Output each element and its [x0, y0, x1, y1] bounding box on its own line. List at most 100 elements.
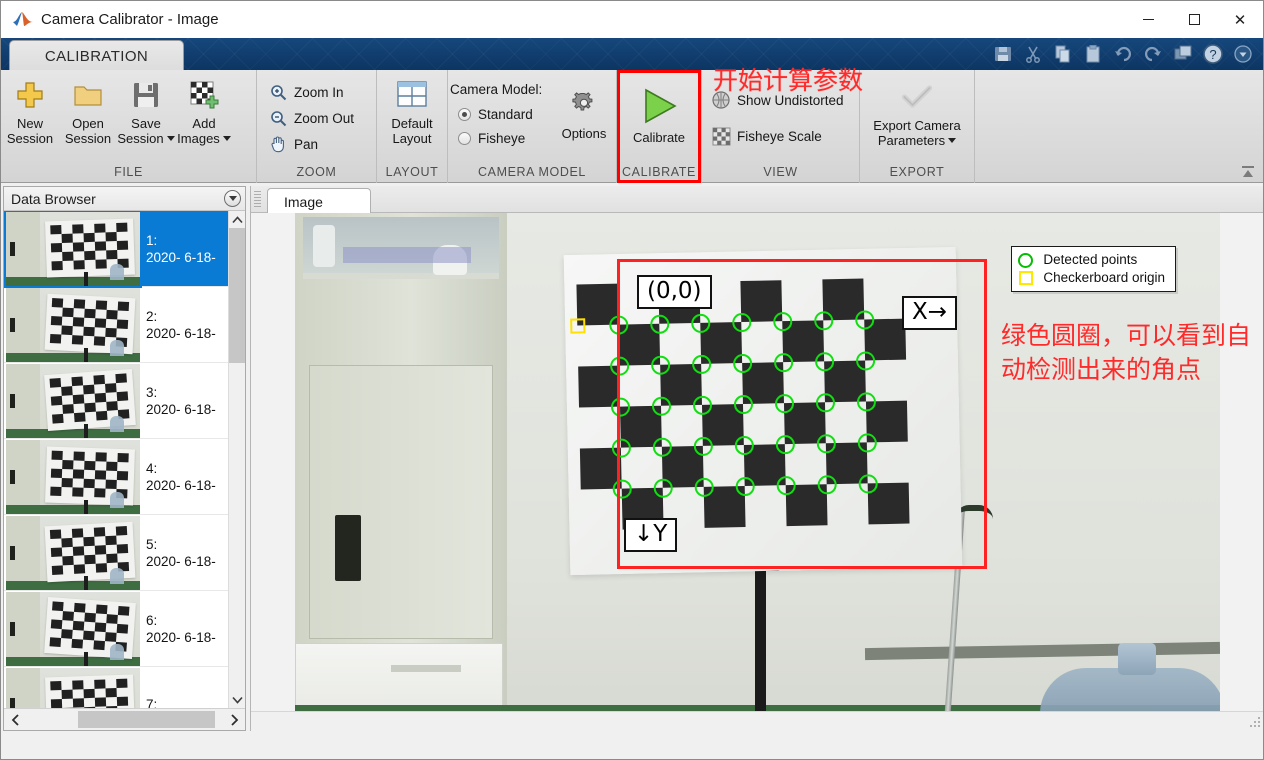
maximize-button[interactable] — [1171, 1, 1217, 38]
list-item-thumbnail — [6, 667, 140, 708]
add-images-line2: Images — [177, 131, 220, 146]
scene-box-label — [391, 665, 461, 672]
list-item-date: 2020- 6-18- — [146, 553, 216, 569]
list-item-label: 3: 2020- 6-18- — [142, 384, 216, 418]
scroll-left-button[interactable] — [4, 709, 26, 731]
collapse-ribbon-icon[interactable] — [1239, 164, 1257, 180]
legend-box: Detected points Checkerboard origin — [1011, 246, 1176, 292]
list-item-index: 5: — [146, 536, 158, 552]
list-item-label: 2: 2020- 6-18- — [142, 308, 216, 342]
image-canvas[interactable]: (0,0) X→ ↓Y Detected points Checkerboard… — [251, 213, 1263, 711]
detected-points-marker-icon — [1018, 253, 1034, 268]
camera-model-standard-radio[interactable]: Standard — [448, 102, 553, 126]
list-item-index: 1: — [146, 232, 158, 248]
image-list[interactable]: 1: 2020- 6-18- 2: 2020- 6-18- 3: 2020- 6-18… — [4, 211, 228, 708]
document-tab-bar: Image — [251, 186, 1263, 214]
list-item[interactable]: 5: 2020- 6-18- — [4, 515, 228, 591]
list-item-thumbnail — [6, 287, 140, 362]
list-item-thumbnail — [6, 591, 140, 666]
scroll-right-button[interactable] — [223, 709, 245, 731]
pan-button[interactable]: Pan — [263, 131, 376, 157]
legend-labels: Detected points Checkerboard origin — [1043, 251, 1165, 287]
scene-cabinet-door — [309, 365, 493, 639]
options-button[interactable]: Options — [553, 72, 615, 164]
list-item[interactable]: 7: — [4, 667, 228, 708]
minimize-icon — [1142, 19, 1154, 20]
add-images-button[interactable]: Add Images — [175, 72, 233, 164]
layout-icon[interactable] — [1171, 42, 1195, 66]
tab-image[interactable]: Image — [267, 188, 371, 214]
ribbon-filler — [975, 70, 1263, 183]
add-images-icon — [187, 78, 221, 112]
document-area: Image (0,0) X→ ↓Y Detected points Checke… — [250, 186, 1263, 731]
save-session-line1: Save — [131, 116, 161, 131]
list-item-thumbnail — [4, 211, 142, 288]
ribbon-group-calibrate-label: CALIBRATE — [622, 165, 696, 179]
undo-icon[interactable] — [1111, 42, 1135, 66]
scene-blue-tray — [343, 247, 471, 263]
y-axis-label: ↓Y — [624, 518, 678, 552]
list-item-date: 2020- 6-18- — [146, 401, 216, 417]
image-list-scrollbar[interactable] — [228, 211, 245, 708]
window-resize-grip[interactable] — [1249, 717, 1261, 729]
scrollbar-thumb[interactable] — [228, 228, 245, 363]
quick-access-toolbar: ? — [991, 40, 1259, 68]
camera-model-fisheye-radio[interactable]: Fisheye — [448, 126, 553, 150]
new-session-icon — [13, 78, 47, 112]
pan-hand-icon — [268, 134, 288, 154]
redo-icon[interactable] — [1141, 42, 1165, 66]
calibrate-button[interactable]: Calibrate — [617, 72, 701, 164]
open-session-button[interactable]: Open Session — [59, 72, 117, 164]
scrollbar-track[interactable] — [228, 228, 245, 691]
tab-calibration[interactable]: CALIBRATION — [9, 40, 184, 70]
chevron-down-icon[interactable] — [222, 136, 231, 141]
list-item[interactable]: 4: 2020- 6-18- — [4, 439, 228, 515]
zoom-out-button[interactable]: Zoom Out — [263, 105, 376, 131]
chevron-down-circle-icon[interactable] — [224, 190, 241, 207]
copy-icon[interactable] — [1051, 42, 1075, 66]
list-item[interactable]: 1: 2020- 6-18- — [4, 211, 228, 288]
scroll-up-button[interactable] — [229, 211, 246, 228]
save-session-icon — [129, 78, 163, 112]
camera-calibrator-window: Camera Calibrator - Image ✕ CALIBRATION — [0, 0, 1264, 760]
hscrollbar-thumb[interactable] — [78, 711, 215, 728]
list-item[interactable]: 2: 2020- 6-18- — [4, 287, 228, 363]
qat-dropdown-icon[interactable] — [1231, 42, 1255, 66]
ribbon: New Session Open Session Save Session Ad… — [1, 70, 1263, 183]
chevron-down-icon[interactable] — [166, 136, 175, 141]
help-icon[interactable]: ? — [1201, 42, 1225, 66]
minimize-button[interactable] — [1125, 1, 1171, 38]
legend-detected-points-label: Detected points — [1043, 252, 1138, 267]
new-session-button[interactable]: New Session — [1, 72, 59, 164]
list-item-thumbnail — [6, 515, 140, 590]
default-layout-button[interactable]: Default Layout — [377, 72, 447, 164]
new-session-line1: New — [16, 116, 43, 131]
chevron-down-icon[interactable] — [948, 138, 957, 143]
drag-handle-icon[interactable] — [254, 191, 261, 208]
data-browser-list-wrap: 1: 2020- 6-18- 2: 2020- 6-18- 3: 2020- 6-18… — [4, 211, 245, 708]
annotation-top: 开始计算参数 — [713, 66, 864, 95]
save-icon[interactable] — [991, 42, 1015, 66]
hscrollbar-track[interactable] — [26, 711, 223, 728]
fisheye-scale-button[interactable]: Fisheye Scale — [706, 123, 859, 149]
paste-icon[interactable] — [1081, 42, 1105, 66]
default-layout-icon — [395, 78, 429, 112]
close-button[interactable]: ✕ — [1217, 1, 1263, 38]
list-item-label: 4: 2020- 6-18- — [142, 460, 216, 494]
ribbon-group-export: Export Camera Parameters EXPORT — [860, 70, 975, 183]
image-list-hscrollbar[interactable] — [4, 708, 245, 730]
legend-origin-label: Checkerboard origin — [1043, 270, 1165, 285]
zoom-in-button[interactable]: Zoom In — [263, 79, 376, 105]
list-item[interactable]: 6: 2020- 6-18- — [4, 591, 228, 667]
list-item-index: 7: — [146, 697, 158, 708]
export-camera-parameters-button[interactable]: Export Camera Parameters — [860, 72, 974, 164]
legend-markers — [1018, 253, 1034, 285]
scroll-down-button[interactable] — [229, 691, 246, 708]
list-item-date: 2020- 6-18- — [146, 477, 216, 493]
save-session-button[interactable]: Save Session — [117, 72, 175, 164]
cut-icon[interactable] — [1021, 42, 1045, 66]
list-item[interactable]: 3: 2020- 6-18- — [4, 363, 228, 439]
new-session-line2: Session — [6, 131, 54, 146]
list-item-label: 7: — [142, 696, 157, 708]
add-images-line1: Add — [192, 116, 216, 131]
